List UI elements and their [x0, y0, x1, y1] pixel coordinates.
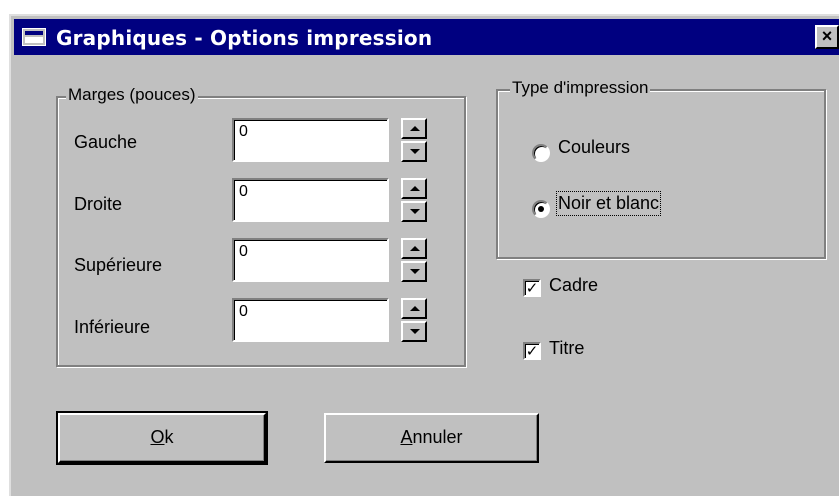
margin-left-input[interactable]: 0: [232, 118, 389, 162]
arrow-down-icon: [410, 149, 420, 154]
radio-noir-et-blanc-label[interactable]: Noir et blanc: [555, 191, 662, 216]
margin-left-label: Gauche: [74, 132, 138, 152]
close-icon: ×: [821, 26, 833, 46]
dialog-window: Graphiques - Options impression × Marges…: [9, 14, 839, 496]
arrow-up-icon: [410, 306, 420, 311]
radio-selected-dot: [538, 206, 544, 212]
cancel-button[interactable]: Annuler: [324, 413, 539, 463]
ok-mnemonic: O: [150, 427, 165, 447]
radio-noir-et-blanc[interactable]: [532, 200, 550, 218]
window-icon[interactable]: [22, 28, 46, 46]
margin-top-spinner: [401, 238, 427, 282]
ok-button[interactable]: Ok: [56, 411, 268, 465]
checkbox-titre-label[interactable]: Titre: [549, 338, 584, 359]
ok-label-rest: k: [164, 427, 174, 447]
cancel-label-rest: nnuler: [412, 427, 463, 447]
title-bar[interactable]: Graphiques - Options impression ×: [14, 19, 839, 55]
margin-right-down-button[interactable]: [401, 201, 427, 222]
margin-right-spinner: [401, 178, 427, 222]
margin-bottom-input[interactable]: 0: [232, 298, 389, 342]
margin-top-down-button[interactable]: [401, 261, 427, 282]
margin-top-input[interactable]: 0: [232, 238, 389, 282]
radio-couleurs-label[interactable]: Couleurs: [558, 137, 630, 158]
margin-bottom-spinner: [401, 298, 427, 342]
margin-top-up-button[interactable]: [401, 238, 427, 259]
margin-left-down-button[interactable]: [401, 141, 427, 162]
margins-legend: Marges (pouces): [66, 85, 198, 105]
margin-right-input[interactable]: 0: [232, 178, 389, 222]
checkbox-titre[interactable]: ✓: [523, 342, 541, 360]
print-type-group: Type d'impression Couleurs Noir et blanc: [496, 78, 826, 259]
checkbox-cadre[interactable]: ✓: [523, 279, 541, 297]
close-button[interactable]: ×: [815, 25, 839, 49]
arrow-down-icon: [410, 209, 420, 214]
margin-bottom-down-button[interactable]: [401, 321, 427, 342]
arrow-up-icon: [410, 186, 420, 191]
margin-right-up-button[interactable]: [401, 178, 427, 199]
cancel-mnemonic: A: [400, 427, 413, 447]
margins-group: Marges (pouces) Gauche 0 Droite 0 Supéri…: [56, 85, 466, 367]
print-type-legend: Type d'impression: [510, 78, 651, 98]
checkbox-cadre-label[interactable]: Cadre: [549, 275, 598, 296]
margin-right-label: Droite: [74, 194, 123, 214]
arrow-up-icon: [410, 246, 420, 251]
window-title: Graphiques - Options impression: [56, 26, 433, 50]
margin-bottom-label: Inférieure: [74, 317, 151, 337]
margin-bottom-up-button[interactable]: [401, 298, 427, 319]
margin-left-up-button[interactable]: [401, 118, 427, 139]
margin-left-spinner: [401, 118, 427, 162]
arrow-down-icon: [410, 329, 420, 334]
arrow-down-icon: [410, 269, 420, 274]
radio-couleurs[interactable]: [532, 144, 550, 162]
margin-top-label: Supérieure: [74, 255, 163, 275]
arrow-up-icon: [410, 126, 420, 131]
